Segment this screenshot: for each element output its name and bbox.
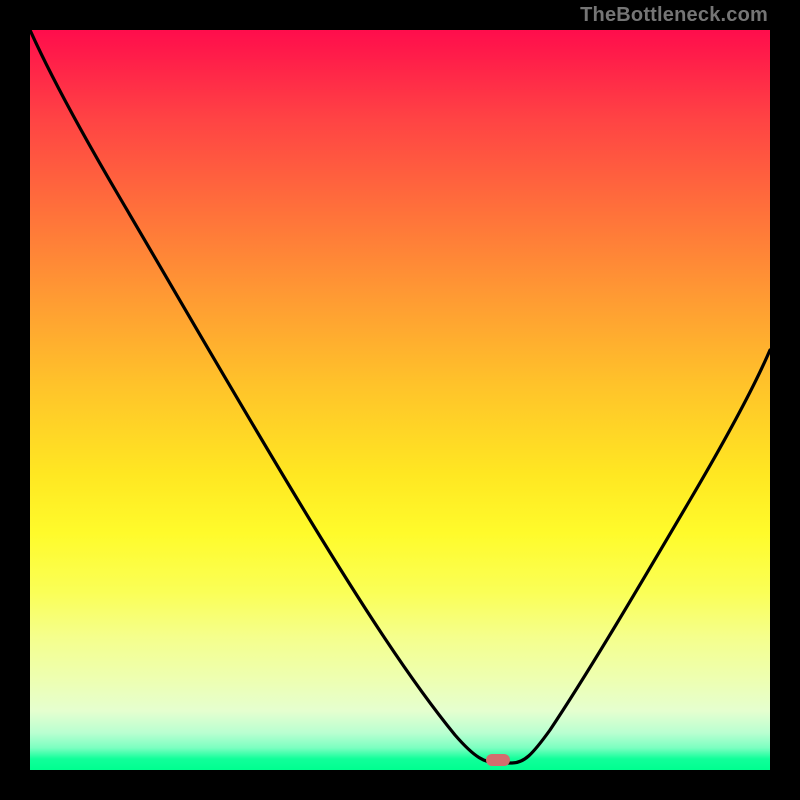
plot-area	[30, 30, 770, 770]
bottleneck-curve	[30, 30, 770, 770]
watermark-text: TheBottleneck.com	[580, 4, 768, 27]
optimum-marker	[486, 754, 510, 766]
curve-path	[30, 30, 770, 763]
chart-stage: TheBottleneck.com	[0, 0, 800, 800]
